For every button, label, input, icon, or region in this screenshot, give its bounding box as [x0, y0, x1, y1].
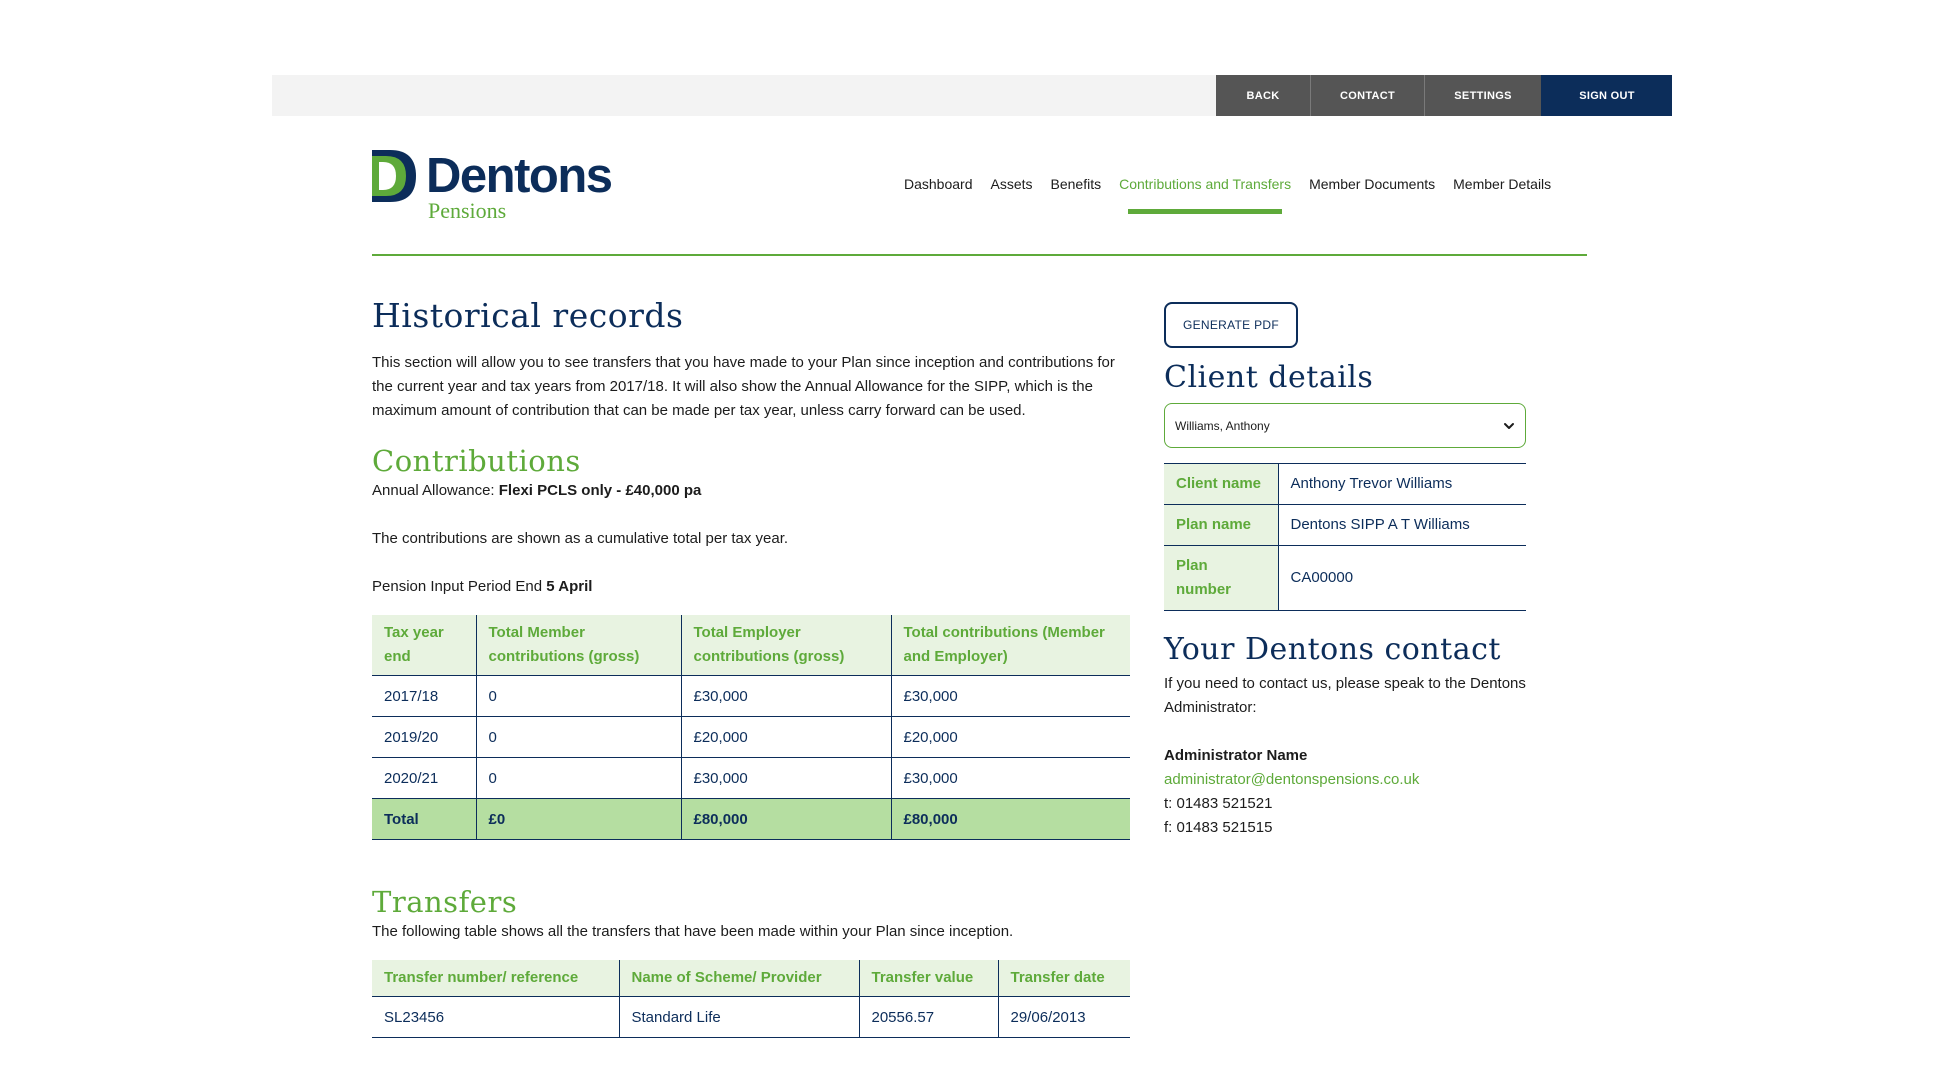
admin-email-link[interactable]: administrator@dentonspensions.co.uk: [1164, 768, 1526, 792]
contributions-heading: Contributions: [372, 444, 581, 478]
table-cell: 0: [475, 716, 681, 758]
chevron-down-icon: [1504, 422, 1514, 429]
table-row: Plan number CA00000: [1164, 545, 1526, 611]
plan-number-label: Plan number: [1164, 545, 1279, 611]
table-cell: 20556.57: [858, 996, 998, 1038]
table-cell: 2020/21: [372, 757, 476, 799]
table-cell: Standard Life: [618, 996, 859, 1038]
table-cell: £30,000: [890, 757, 1130, 799]
column-header: Transfer date: [997, 960, 1130, 997]
table-cell: £30,000: [680, 675, 891, 717]
settings-button[interactable]: SETTINGS: [1424, 75, 1541, 116]
logo-wordmark: Dentons: [426, 149, 613, 203]
plan-name-label: Plan name: [1164, 504, 1279, 546]
admin-name: Administrator Name: [1164, 747, 1308, 764]
generate-pdf-button[interactable]: GENERATE PDF: [1164, 302, 1298, 348]
table-cell: £30,000: [680, 757, 891, 799]
logo-subtitle: Pensions: [428, 198, 507, 223]
nav-contributions-and-transfers[interactable]: Contributions and Transfers: [1119, 172, 1291, 214]
client-select-value: Williams, Anthony: [1175, 418, 1270, 433]
annual-allowance-label: Annual Allowance:: [372, 482, 499, 499]
column-header: Total Member contributions (gross): [475, 615, 681, 676]
intro-text: This section will allow you to see trans…: [372, 354, 1115, 419]
nav-assets[interactable]: Assets: [991, 172, 1033, 214]
pension-input-period-value: 5 April: [546, 578, 593, 595]
transfers-heading: Transfers: [372, 885, 518, 919]
back-button[interactable]: BACK: [1216, 75, 1310, 116]
sign-out-button[interactable]: SIGN OUT: [1541, 75, 1672, 116]
client-select[interactable]: Williams, Anthony: [1164, 403, 1526, 448]
transfers-table: Transfer number/ reference Name of Schem…: [372, 960, 1130, 1038]
total-row: Total £0 £80,000 £80,000: [372, 798, 1130, 840]
cumulative-note: The contributions are shown as a cumulat…: [372, 530, 789, 547]
table-cell: £80,000: [890, 798, 1130, 840]
table-header-row: Transfer number/ reference Name of Schem…: [372, 960, 1130, 997]
table-row: 2019/20 0 £20,000 £20,000: [372, 716, 1130, 758]
table-cell: 2019/20: [372, 716, 476, 758]
annual-allowance-value: Flexi PCLS only - £40,000 pa: [498, 482, 702, 499]
table-cell: 0: [475, 757, 681, 799]
table-cell: £20,000: [890, 716, 1130, 758]
contact-button[interactable]: CONTACT: [1310, 75, 1424, 116]
column-header: Total Employer contributions (gross): [680, 615, 891, 676]
nav-member-documents[interactable]: Member Documents: [1309, 172, 1435, 214]
sidebar: GENERATE PDF Client details Williams, An…: [1164, 302, 1526, 840]
main-content: Historical records This section will all…: [372, 295, 1130, 1038]
table-cell: 2017/18: [372, 675, 476, 717]
pension-input-period: Pension Input Period End 5 April: [372, 575, 1130, 599]
table-row: Client name Anthony Trevor Williams: [1164, 463, 1526, 505]
main-nav: Dashboard Assets Benefits Contributions …: [904, 172, 1569, 214]
annual-allowance: Annual Allowance: Flexi PCLS only - £40,…: [372, 479, 1130, 503]
plan-number-value: CA00000: [1278, 545, 1526, 611]
table-row: SL23456 Standard Life 20556.57 29/06/201…: [372, 996, 1130, 1038]
table-row: 2020/21 0 £30,000 £30,000: [372, 757, 1130, 799]
nav-benefits[interactable]: Benefits: [1051, 172, 1102, 214]
transfers-description: The following table shows all the transf…: [372, 923, 1014, 940]
client-name-label: Client name: [1164, 463, 1279, 505]
table-cell: Total: [372, 798, 476, 840]
page-title: Historical records: [372, 296, 684, 335]
nav-dashboard[interactable]: Dashboard: [904, 172, 973, 214]
table-cell: £0: [475, 798, 681, 840]
table-cell: £30,000: [890, 675, 1130, 717]
column-header: Transfer value: [858, 960, 998, 997]
contact-text: If you need to contact us, please speak …: [1164, 675, 1526, 716]
column-header: Transfer number/ reference: [372, 960, 619, 997]
client-name-value: Anthony Trevor Williams: [1278, 463, 1526, 505]
column-header: Tax year end: [372, 615, 476, 676]
table-cell: £20,000: [680, 716, 891, 758]
column-header: Name of Scheme/ Provider: [618, 960, 859, 997]
table-cell: 0: [475, 675, 681, 717]
pension-input-period-label: Pension Input Period End: [372, 578, 547, 595]
table-cell: £80,000: [680, 798, 891, 840]
table-row: 2017/18 0 £30,000 £30,000: [372, 675, 1130, 717]
nav-member-details[interactable]: Member Details: [1453, 172, 1551, 214]
dentons-logo-icon: [372, 150, 416, 202]
table-row: Plan name Dentons SIPP A T Williams: [1164, 504, 1526, 546]
plan-name-value: Dentons SIPP A T Williams: [1278, 504, 1526, 546]
fax-number: f: 01483 521515: [1164, 819, 1273, 836]
table-header-row: Tax year end Total Member contributions …: [372, 615, 1130, 676]
table-cell: SL23456: [372, 996, 619, 1038]
dentons-logo[interactable]: Dentons Pensions: [372, 149, 622, 225]
top-utility-nav: BACK CONTACT SETTINGS SIGN OUT: [1216, 75, 1672, 116]
header-divider: [372, 254, 1587, 256]
column-header: Total contributions (Member and Employer…: [890, 615, 1130, 676]
contributions-table: Tax year end Total Member contributions …: [372, 615, 1130, 840]
client-details-heading: Client details: [1164, 360, 1374, 395]
top-utility-bar: BACK CONTACT SETTINGS SIGN OUT: [272, 75, 1672, 116]
contact-heading: Your Dentons contact: [1164, 632, 1501, 667]
phone-number: t: 01483 521521: [1164, 795, 1273, 812]
table-cell: 29/06/2013: [997, 996, 1130, 1038]
client-details-table: Client name Anthony Trevor Williams Plan…: [1164, 463, 1526, 611]
